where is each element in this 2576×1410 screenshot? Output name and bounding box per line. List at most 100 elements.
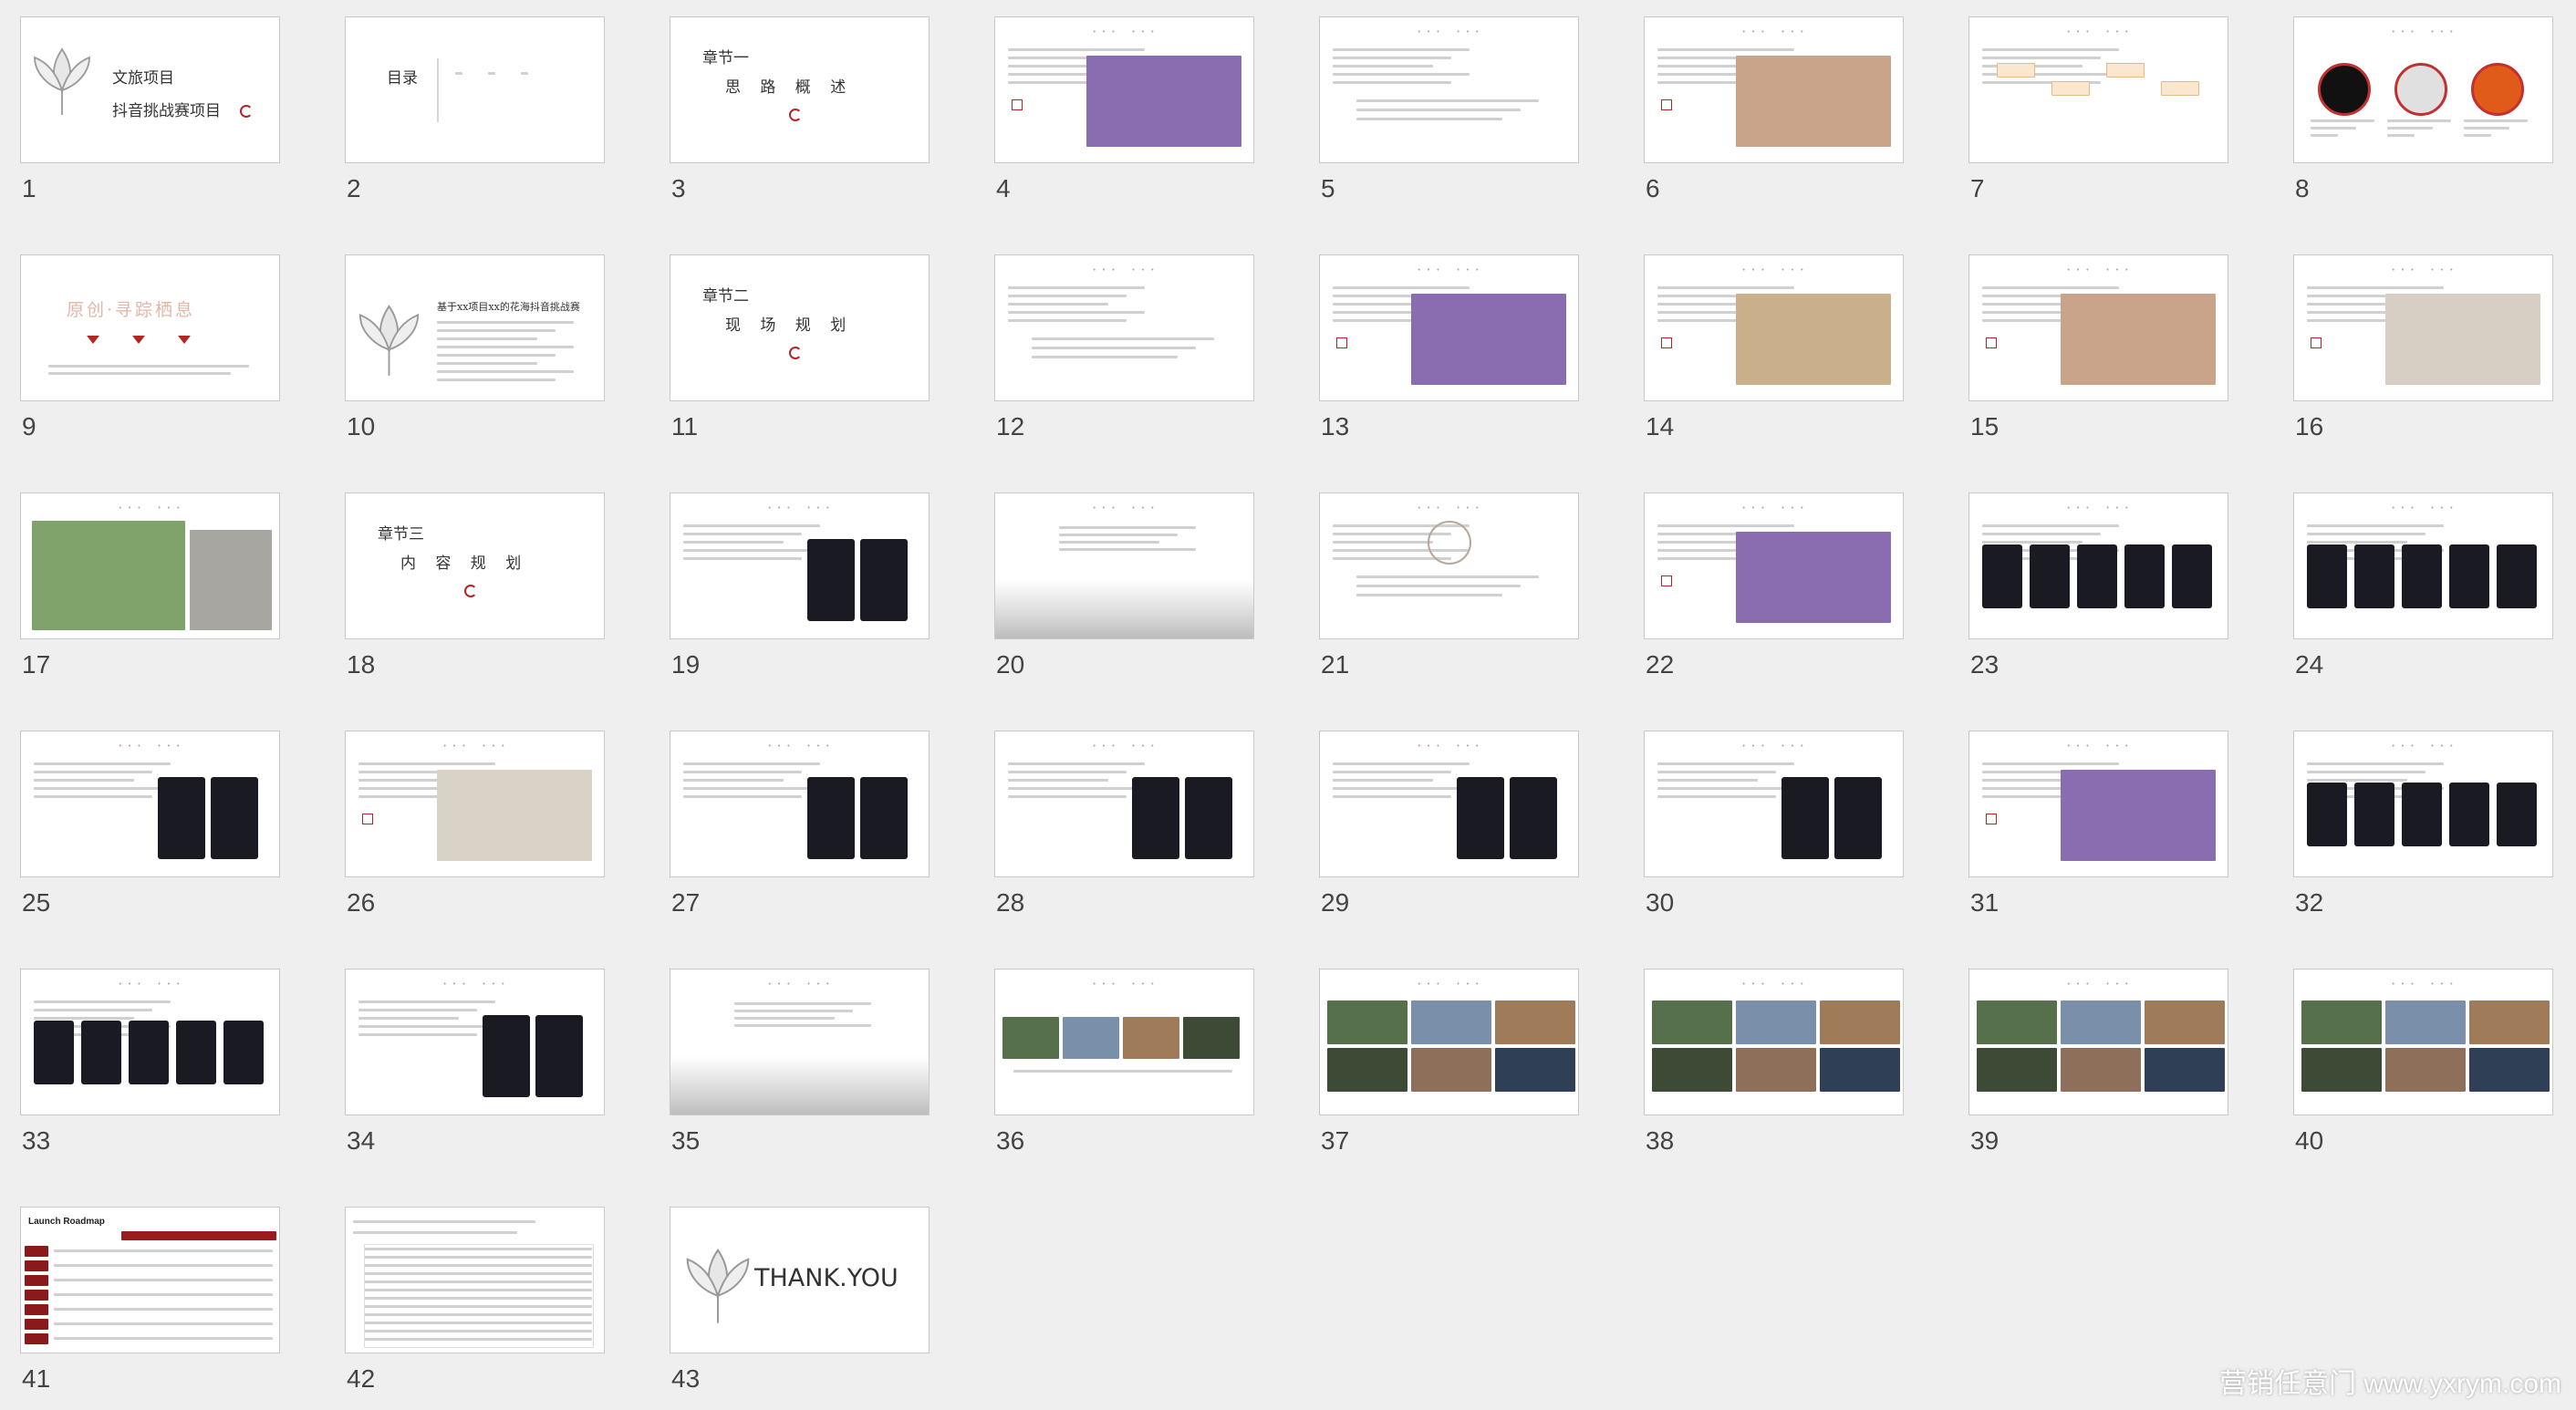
slide-preview[interactable]: Launch Roadmap	[20, 1207, 280, 1353]
slide-number: 24	[2295, 650, 2324, 679]
slide-preview[interactable]: 基于xx项目xx的花海抖音挑战赛	[345, 254, 605, 401]
slide-thumbnail[interactable]: 4	[994, 16, 1254, 202]
slide-thumbnail[interactable]: 15	[1968, 254, 2228, 441]
slide-thumbnail[interactable]: 19	[670, 492, 930, 679]
slide-preview[interactable]: 章节三内 容 规 划	[345, 492, 605, 639]
text-placeholder	[34, 779, 134, 782]
slide-thumbnail[interactable]: 17	[20, 492, 280, 679]
slide-preview[interactable]	[1319, 16, 1579, 163]
slide-thumbnail[interactable]: 40	[2293, 969, 2553, 1155]
slide-preview[interactable]	[994, 16, 1254, 163]
slide-thumbnail[interactable]: 20	[994, 492, 1254, 679]
slide-preview[interactable]	[2293, 254, 2553, 401]
slide-preview[interactable]	[1319, 492, 1579, 639]
slide-thumbnail[interactable]: 章节二现 场 规 划 11	[670, 254, 930, 441]
slide-preview[interactable]	[20, 492, 280, 639]
slide-preview[interactable]	[1968, 254, 2228, 401]
slide-thumbnail[interactable]: 21	[1319, 492, 1579, 679]
slide-thumbnail[interactable]: 30	[1644, 731, 1904, 917]
slide-thumbnail[interactable]: 31	[1968, 731, 2228, 917]
slide-preview[interactable]	[345, 731, 605, 877]
slide-thumbnail[interactable]: 39	[1968, 969, 2228, 1155]
slide-thumbnail[interactable]: 7	[1968, 16, 2228, 202]
slide-preview[interactable]	[1968, 492, 2228, 639]
slide-thumbnail[interactable]: 22	[1644, 492, 1904, 679]
slide-thumbnail[interactable]: 37	[1319, 969, 1579, 1155]
slide-thumbnail[interactable]: 基于xx项目xx的花海抖音挑战赛 10	[345, 254, 605, 441]
slide-preview[interactable]	[994, 969, 1254, 1115]
slide-thumbnail[interactable]: 12	[994, 254, 1254, 441]
slide-preview[interactable]	[345, 969, 605, 1115]
slide-thumbnail[interactable]: 26	[345, 731, 605, 917]
slide-thumbnail[interactable]: 33	[20, 969, 280, 1155]
slide-preview[interactable]	[670, 492, 930, 639]
slide-preview[interactable]	[2293, 731, 2553, 877]
slide-thumbnail[interactable]: THANK.YOU 43	[670, 1207, 930, 1393]
slide-thumbnail[interactable]: 34	[345, 969, 605, 1155]
slide-preview[interactable]: 章节二现 场 规 划	[670, 254, 930, 401]
slide-preview[interactable]	[1319, 969, 1579, 1115]
slide-thumbnail[interactable]: 原创·寻踪栖息 9	[20, 254, 280, 441]
slide-preview[interactable]	[2293, 492, 2553, 639]
slide-preview[interactable]	[670, 731, 930, 877]
data-table	[364, 1244, 594, 1348]
slide-preview[interactable]	[1644, 969, 1904, 1115]
slide-photo	[1736, 56, 1891, 147]
slide-preview[interactable]	[1644, 492, 1904, 639]
slide-preview[interactable]	[20, 969, 280, 1115]
slide-thumbnail[interactable]: 目录 2	[345, 16, 605, 202]
slide-preview[interactable]	[1968, 969, 2228, 1115]
slide-preview[interactable]	[1968, 731, 2228, 877]
slide-thumbnail[interactable]: 42	[345, 1207, 605, 1393]
slide-preview[interactable]	[1968, 16, 2228, 163]
slide-preview[interactable]	[1644, 731, 1904, 877]
text-placeholder	[1059, 548, 1196, 551]
slide-thumbnail[interactable]: 文旅项目 抖音挑战赛项目 1	[20, 16, 280, 202]
phone-screenshot	[2307, 544, 2347, 608]
slide-thumbnail[interactable]: 8	[2293, 16, 2553, 202]
slide-preview[interactable]	[1644, 16, 1904, 163]
slide-content	[670, 493, 929, 638]
slide-preview[interactable]: 目录	[345, 16, 605, 163]
slide-thumbnail[interactable]: 24	[2293, 492, 2553, 679]
slide-number: 38	[1646, 1126, 1675, 1155]
slide-thumbnail[interactable]: 章节三内 容 规 划 18	[345, 492, 605, 679]
text-placeholder	[1657, 286, 1794, 289]
slide-thumbnail[interactable]: 5	[1319, 16, 1579, 202]
slide-preview[interactable]	[1319, 254, 1579, 401]
slide-thumbnail[interactable]: 章节一思 路 概 述 3	[670, 16, 930, 202]
slide-thumbnail[interactable]: 36	[994, 969, 1254, 1155]
text-placeholder	[2307, 533, 2425, 535]
slide-preview[interactable]	[994, 492, 1254, 639]
slide-thumbnail[interactable]: 35	[670, 969, 930, 1155]
slide-thumbnail[interactable]: 25	[20, 731, 280, 917]
slide-preview[interactable]: THANK.YOU	[670, 1207, 930, 1353]
slide-number: 23	[1970, 650, 2000, 679]
slide-thumbnail[interactable]: 6	[1644, 16, 1904, 202]
slide-preview[interactable]	[994, 731, 1254, 877]
text-placeholder	[34, 787, 171, 790]
slide-preview[interactable]	[670, 969, 930, 1115]
text-placeholder	[2464, 127, 2509, 130]
text-placeholder	[358, 762, 495, 765]
slide-thumbnail[interactable]: 16	[2293, 254, 2553, 441]
slide-preview[interactable]	[345, 1207, 605, 1353]
slide-preview[interactable]	[2293, 969, 2553, 1115]
slide-preview[interactable]	[20, 731, 280, 877]
slide-thumbnail[interactable]: 14	[1644, 254, 1904, 441]
slide-preview[interactable]: 文旅项目 抖音挑战赛项目	[20, 16, 280, 163]
slide-thumbnail[interactable]: 32	[2293, 731, 2553, 917]
slide-preview[interactable]	[1644, 254, 1904, 401]
slide-preview[interactable]	[1319, 731, 1579, 877]
slide-thumbnail[interactable]: 38	[1644, 969, 1904, 1155]
slide-thumbnail[interactable]: 13	[1319, 254, 1579, 441]
slide-thumbnail[interactable]: 23	[1968, 492, 2228, 679]
slide-thumbnail[interactable]: 27	[670, 731, 930, 917]
slide-preview[interactable]: 原创·寻踪栖息	[20, 254, 280, 401]
slide-preview[interactable]: 章节一思 路 概 述	[670, 16, 930, 163]
slide-preview[interactable]	[2293, 16, 2553, 163]
slide-preview[interactable]	[994, 254, 1254, 401]
slide-thumbnail[interactable]: 29	[1319, 731, 1579, 917]
slide-thumbnail[interactable]: 28	[994, 731, 1254, 917]
slide-thumbnail[interactable]: Launch Roadmap 41	[20, 1207, 280, 1393]
